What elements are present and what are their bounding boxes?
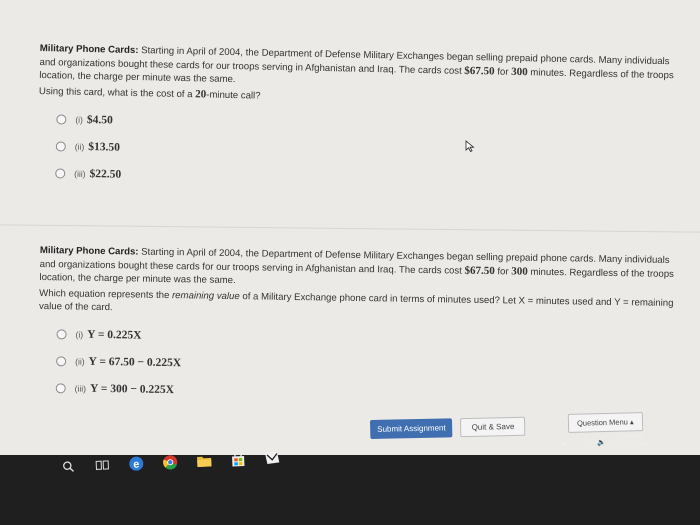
submit-assignment-button[interactable]: Submit Assignment xyxy=(370,418,453,439)
edge-icon[interactable]: e xyxy=(128,455,145,472)
svg-text:e: e xyxy=(133,459,140,471)
question-2: Military Phone Cards: Starting in April … xyxy=(38,244,700,412)
question-1: Military Phone Cards: Starting in April … xyxy=(37,42,700,200)
radio-button[interactable] xyxy=(55,383,66,394)
question-2-title: Military Phone Cards: xyxy=(39,244,139,258)
clock[interactable]: 5:26 PM 12/11/2018 xyxy=(611,433,647,450)
people-icon[interactable]: ♟ xyxy=(560,440,567,448)
question-divider xyxy=(0,224,700,233)
radio-button[interactable] xyxy=(56,329,67,340)
radio-button[interactable] xyxy=(56,114,67,125)
question-menu-button[interactable]: Question Menu ▴ xyxy=(567,412,643,433)
store-icon[interactable] xyxy=(230,450,247,468)
assignment-actions: Submit Assignment Quit & Save xyxy=(370,416,526,439)
system-tray: ♟ ⌃ ◫ 🔈 5:26 PM 12/11/2018 □ xyxy=(560,433,657,452)
mouse-cursor-icon xyxy=(465,140,475,152)
volume-icon[interactable]: 🔈 xyxy=(597,438,606,446)
question-1-title: Military Phone Cards: xyxy=(39,42,139,57)
radio-button[interactable] xyxy=(55,168,66,179)
mail-icon[interactable] xyxy=(264,449,281,466)
quit-save-button[interactable]: Quit & Save xyxy=(460,416,526,438)
chrome-icon[interactable] xyxy=(162,454,179,471)
network-icon[interactable]: ◫ xyxy=(584,439,591,447)
radio-button[interactable] xyxy=(56,356,67,367)
task-view-icon[interactable] xyxy=(94,457,111,474)
question-2-passage: Military Phone Cards: Starting in April … xyxy=(39,244,674,287)
file-explorer-icon[interactable] xyxy=(196,452,213,469)
radio-button[interactable] xyxy=(55,141,66,152)
chevron-up-icon[interactable]: ⌃ xyxy=(572,439,578,447)
assignment-page: Military Phone Cards: Starting in April … xyxy=(0,0,700,455)
question-2-options: (i) Y = 0.225X (ii) Y = 67.50 − 0.225X (… xyxy=(55,321,699,412)
notification-icon[interactable]: □ xyxy=(652,437,656,444)
search-icon[interactable] xyxy=(60,458,77,475)
question-1-options: (i) $4.50 (ii) $13.50 (iii) $22.50 xyxy=(55,106,699,200)
